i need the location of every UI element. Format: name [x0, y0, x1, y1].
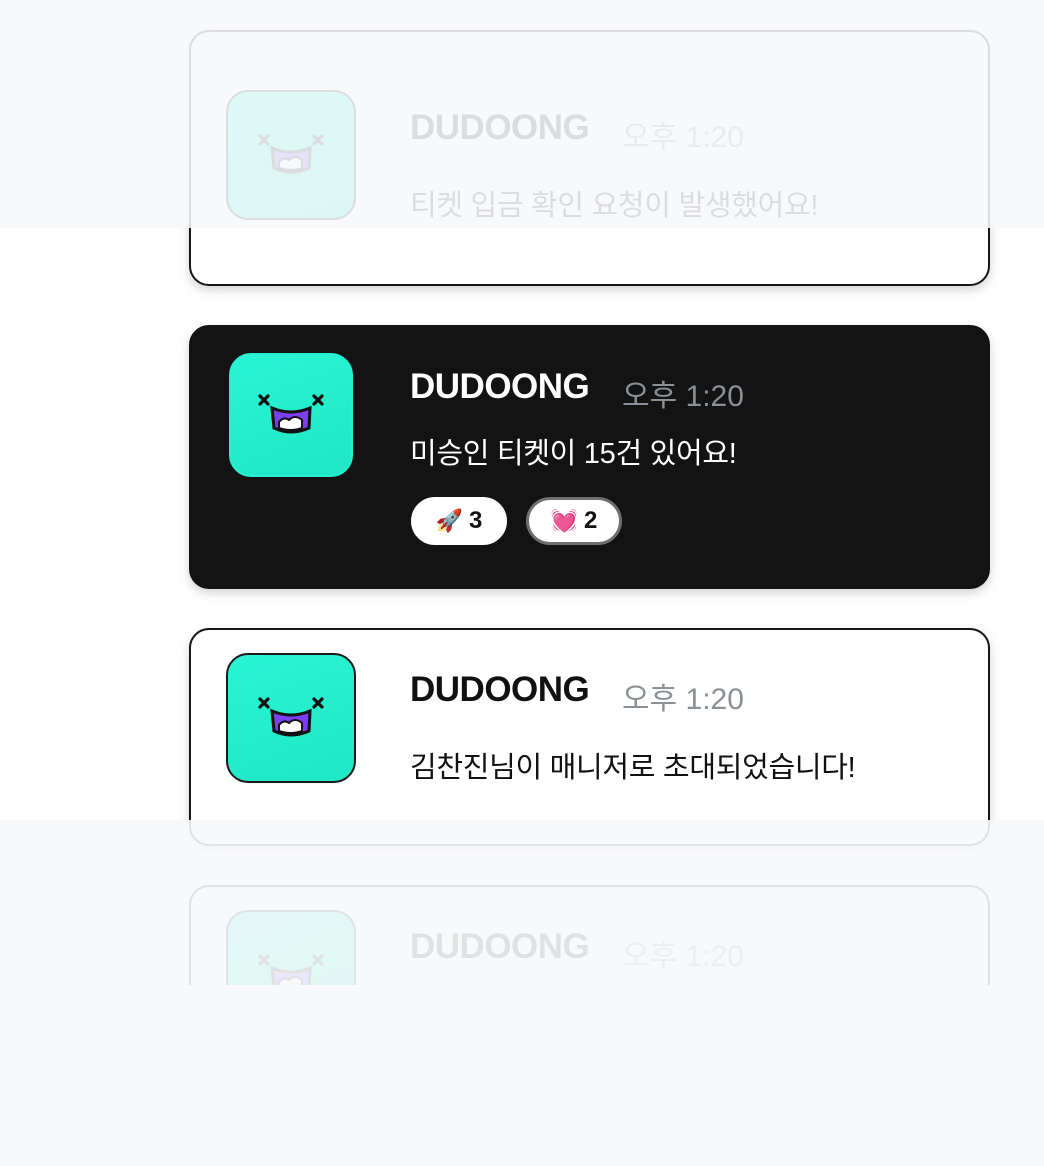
notification-sender: DUDOONG — [410, 927, 590, 966]
notification-message: 티켓 입금 확인 요청이 발생했어요! — [410, 190, 819, 222]
notification-message: 김찬진님이 매니저로 초대되었습니다! — [410, 752, 856, 784]
notification-message: 미승인 티켓이 15건 있어요! — [410, 438, 737, 470]
notification-card[interactable]: DUDOONG 오후 1:20 김찬진님이 매니저로 초대되었습니다! — [189, 628, 990, 846]
dudoong-mascot-icon — [226, 653, 356, 783]
notification-time: 오후 1:20 — [622, 121, 744, 154]
dudoong-mascot-icon — [226, 90, 356, 220]
dudoong-mascot-icon — [226, 910, 356, 985]
reaction-count: 2 — [584, 507, 598, 534]
beating-heart-icon: 💓 — [550, 508, 579, 533]
reaction-count: 3 — [469, 507, 483, 534]
notification-time: 오후 1:20 — [622, 940, 744, 973]
notification-sender: DUDOONG — [410, 108, 590, 147]
notification-time: 오후 1:20 — [622, 683, 744, 716]
dudoong-mascot-icon — [229, 353, 353, 477]
notification-sender: DUDOONG — [410, 670, 590, 709]
reaction-rocket-button[interactable]: 🚀 3 — [411, 497, 507, 545]
notification-card[interactable]: DUDOONG 오후 1:20 — [189, 885, 990, 985]
notification-time: 오후 1:20 — [622, 380, 744, 413]
bottom-fade-overlay — [0, 820, 1044, 1166]
reaction-heart-button[interactable]: 💓 2 — [526, 497, 622, 545]
notification-card-highlighted[interactable]: DUDOONG 오후 1:20 미승인 티켓이 15건 있어요! 🚀 3 💓 2 — [189, 325, 990, 589]
notification-card[interactable]: DUDOONG 오후 1:20 티켓 입금 확인 요청이 발생했어요! — [189, 30, 990, 286]
notification-sender: DUDOONG — [410, 367, 590, 406]
rocket-icon: 🚀 — [435, 508, 464, 533]
